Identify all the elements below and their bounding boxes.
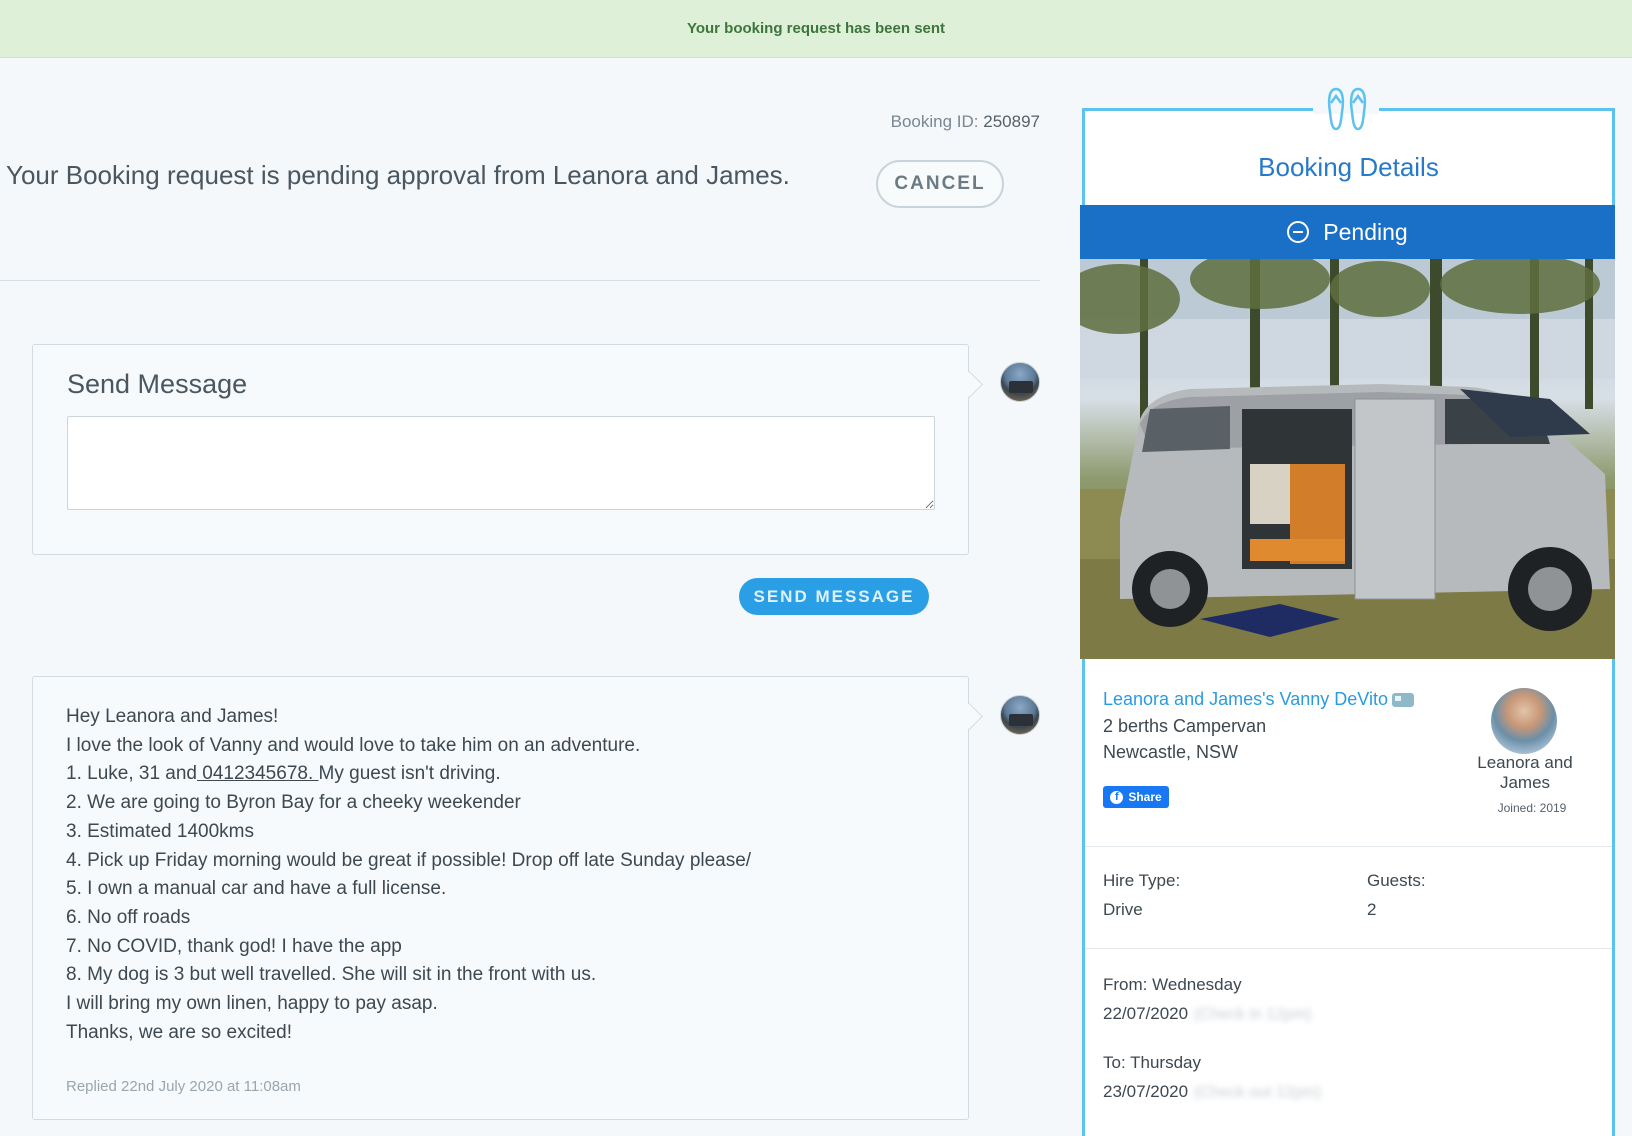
message-line: 3. Estimated 1400kms xyxy=(66,820,254,842)
to-day: Thursday xyxy=(1130,1053,1201,1072)
message-textarea[interactable] xyxy=(67,416,935,510)
message-line: 1. Luke, 31 and 0412345678. My guest isn… xyxy=(66,760,751,789)
from-date: 22/07/2020 xyxy=(1103,1004,1189,1023)
message-line: Thanks, we are so excited! xyxy=(66,1021,292,1043)
user-avatar xyxy=(1000,362,1040,402)
booking-status-message: Your Booking request is pending approval… xyxy=(6,160,790,190)
message-line-text: 1. Luke, 31 and xyxy=(66,763,197,785)
message-line: Hey Leanora and James! xyxy=(66,706,279,727)
message-line: 5. I own a manual car and have a full li… xyxy=(66,878,447,900)
success-banner-text: Your booking request has been sent xyxy=(686,20,946,37)
success-banner: Your booking request has been sent xyxy=(0,0,1632,58)
status-label: Pending xyxy=(1323,218,1408,245)
replied-timestamp: Replied 22nd July 2020 at 11:08am xyxy=(66,1078,301,1095)
host-name: Leanora and James xyxy=(1477,753,1573,792)
to-label: To: xyxy=(1103,1053,1126,1072)
send-message-button[interactable]: SEND MESSAGE xyxy=(739,578,929,615)
message-line: I love the look of Vanny and would love … xyxy=(66,734,641,756)
from-row: From: Wednesday xyxy=(1103,975,1242,995)
to-date: 23/07/2020 xyxy=(1103,1082,1189,1101)
send-message-card: Send Message xyxy=(32,344,969,555)
to-checkout-note: (Check out 12pm) xyxy=(1194,1084,1322,1101)
guests-label: Guests: xyxy=(1367,871,1426,890)
message-line-text: My guest isn't driving. xyxy=(318,763,501,785)
booking-id-label: Booking ID: xyxy=(890,112,979,131)
message-line: 6. No off roads xyxy=(66,906,191,928)
from-date-row: 22/07/2020 (Check in 12pm) xyxy=(1103,1004,1311,1024)
from-day: Wednesday xyxy=(1152,975,1242,994)
divider xyxy=(0,280,1040,281)
vehicle-photo xyxy=(1080,259,1615,659)
to-date-row: 23/07/2020 (Check out 12pm) xyxy=(1103,1082,1321,1102)
status-bar: Pending xyxy=(1080,205,1615,259)
message-body: Hey Leanora and James! I love the look o… xyxy=(66,703,751,1047)
share-label: Share xyxy=(1128,790,1162,804)
vehicle-location: Newcastle, NSW xyxy=(1103,742,1239,762)
hire-type-label: Hire Type: xyxy=(1103,871,1181,890)
vehicle-name-text[interactable]: Leanora and James's Vanny DeVito xyxy=(1103,689,1388,709)
user-avatar xyxy=(1000,695,1040,735)
vehicle-photo-illustration xyxy=(1080,259,1615,659)
facebook-share-button[interactable]: f Share xyxy=(1103,786,1169,808)
flip-flops-icon xyxy=(1327,87,1367,131)
booking-id: Booking ID: 250897 xyxy=(891,112,1040,132)
minus-circle-icon xyxy=(1287,221,1310,243)
guests-value: 2 xyxy=(1367,900,1377,919)
cancel-button[interactable]: CANCEL xyxy=(876,160,1004,208)
phone-number: 0412345678. xyxy=(197,763,319,785)
vehicle-name-link[interactable]: Leanora and James's Vanny DeVito xyxy=(1103,689,1414,710)
message-line: 8. My dog is 3 but well travelled. She w… xyxy=(66,964,597,986)
message-line: 2. We are going to Byron Bay for a cheek… xyxy=(66,792,521,814)
host-joined: Joined: 2019 xyxy=(1497,801,1567,815)
booking-id-value: 250897 xyxy=(983,112,1040,131)
message-line: I will bring my own linen, happy to pay … xyxy=(66,993,438,1015)
van-icon xyxy=(1391,693,1414,708)
from-label: From: xyxy=(1103,975,1148,994)
host-avatar[interactable] xyxy=(1491,688,1557,754)
send-message-title: Send Message xyxy=(67,369,248,399)
divider xyxy=(1085,846,1612,847)
to-row: To: Thursday xyxy=(1103,1053,1201,1073)
facebook-icon: f xyxy=(1110,790,1124,804)
message-line: 7. No COVID, thank god! I have the app xyxy=(66,935,402,957)
vehicle-type: 2 berths Campervan xyxy=(1103,716,1267,736)
panel-title: Booking Details xyxy=(1258,152,1439,182)
divider xyxy=(1085,948,1612,949)
hire-type-value: Drive xyxy=(1103,900,1143,919)
message-card: Hey Leanora and James! I love the look o… xyxy=(32,676,969,1120)
from-checkin-note: (Check in 12pm) xyxy=(1194,1006,1312,1023)
message-line: 4. Pick up Friday morning would be great… xyxy=(66,849,752,871)
